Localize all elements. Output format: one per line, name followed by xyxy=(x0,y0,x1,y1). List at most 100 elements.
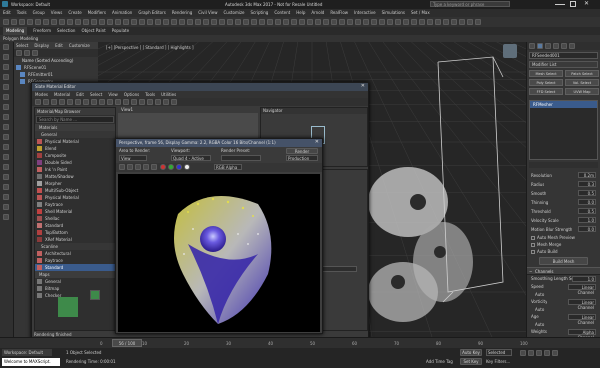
explorer-tool-icon[interactable] xyxy=(3,214,9,220)
ribbon-sub-label[interactable]: Polygon Modeling xyxy=(3,36,38,41)
render-button[interactable]: Render xyxy=(286,148,318,154)
param-spinner[interactable]: 0.0 xyxy=(578,226,596,232)
material-item[interactable]: Blend xyxy=(35,145,115,152)
menu-item[interactable]: Views xyxy=(51,9,63,17)
explorer-tool-icon[interactable] xyxy=(3,184,9,190)
explorer-tool-icon[interactable] xyxy=(3,104,9,110)
toolbar-tool-icon[interactable] xyxy=(163,19,169,25)
scanline-material-item[interactable]: Standard xyxy=(35,264,115,271)
selected-dropdown[interactable]: Selected xyxy=(486,349,512,356)
param-spinner[interactable]: 1.0 xyxy=(578,217,596,223)
param-spinner[interactable]: 0.5 xyxy=(578,190,596,196)
modifier-list-dropdown[interactable]: Modifier List xyxy=(529,61,598,68)
menu-item[interactable]: Set / Max xyxy=(411,9,430,17)
material-editor-tool-icon[interactable] xyxy=(107,99,113,105)
toolbar-tool-icon[interactable] xyxy=(227,19,233,25)
blue-channel-icon[interactable] xyxy=(176,164,183,170)
checkbox[interactable] xyxy=(531,243,535,247)
ribbon-tab[interactable]: Selection xyxy=(57,27,75,35)
ribbon-tab[interactable]: Object Paint xyxy=(81,27,105,35)
explorer-tool-icon[interactable] xyxy=(3,74,9,80)
toolbar-tool-icon[interactable] xyxy=(403,19,409,25)
toolbar-tool-icon[interactable] xyxy=(427,19,433,25)
toolbar-tool-icon[interactable] xyxy=(139,19,145,25)
material-editor-tool-icon[interactable] xyxy=(155,99,161,105)
toolbar-tool-icon[interactable] xyxy=(315,19,321,25)
toolbar-tool-icon[interactable] xyxy=(379,19,385,25)
menu-item[interactable]: Simulations xyxy=(382,9,405,17)
toolbar-tool-icon[interactable] xyxy=(179,19,185,25)
toolbar-tool-icon[interactable] xyxy=(467,19,473,25)
material-node[interactable] xyxy=(58,297,78,317)
red-channel-icon[interactable] xyxy=(160,164,167,170)
explorer-tool-icon[interactable] xyxy=(3,204,9,210)
auto-key-button[interactable]: Auto Key xyxy=(460,349,482,356)
channel-dropdown[interactable]: RGB Alpha xyxy=(214,164,242,170)
explorer-tool-icon[interactable] xyxy=(3,194,9,200)
toolbar-tool-icon[interactable] xyxy=(251,19,257,25)
toolbar-tool-icon[interactable] xyxy=(451,19,457,25)
toolbar-tool-icon[interactable] xyxy=(91,19,97,25)
render-canvas[interactable] xyxy=(118,174,320,332)
toolbar-tool-icon[interactable] xyxy=(219,19,225,25)
explorer-tool-icon[interactable] xyxy=(3,94,9,100)
toolbar-tool-icon[interactable] xyxy=(283,19,289,25)
toolbar-tool-icon[interactable] xyxy=(299,19,305,25)
status-workspace[interactable]: Workspace: Default xyxy=(2,349,52,356)
material-item[interactable]: Physical Material xyxy=(35,194,115,201)
section-maps[interactable]: Maps xyxy=(35,271,115,278)
preset-dropdown[interactable] xyxy=(221,155,261,161)
explorer-tool-icon[interactable] xyxy=(3,144,9,150)
object-name-field[interactable]: RFSeeded001 xyxy=(529,52,598,59)
toolbar-tool-icon[interactable] xyxy=(147,19,153,25)
channel-value[interactable]: Linear Channel xyxy=(568,299,596,310)
option-checkbox-row[interactable]: Auto Mesh Preview xyxy=(527,234,600,241)
search-field[interactable]: Type a keyword or phrase xyxy=(430,1,510,7)
toolbar-tool-icon[interactable] xyxy=(275,19,281,25)
menu-item[interactable]: Modifiers xyxy=(88,9,106,17)
map-item[interactable]: Bitmap xyxy=(35,285,115,292)
scene-node[interactable]: RFScene01 xyxy=(14,64,98,71)
scanline-material-item[interactable]: Architectural xyxy=(35,250,115,257)
hierarchy-tab-icon[interactable] xyxy=(545,43,551,49)
material-editor-tool-icon[interactable] xyxy=(139,99,145,105)
toolbar-tool-icon[interactable] xyxy=(107,19,113,25)
material-item[interactable]: Multi/Sub-Object xyxy=(35,187,115,194)
build-mesh-button[interactable]: Build Mesh xyxy=(539,257,588,265)
channel-value[interactable]: Alpha Channel xyxy=(568,329,596,337)
explorer-tool-icon[interactable] xyxy=(3,164,9,170)
menu-item[interactable]: Rendering xyxy=(172,9,192,17)
toolbar-tool-icon[interactable] xyxy=(43,19,49,25)
viewcube-icon[interactable] xyxy=(503,44,517,58)
stack-item[interactable]: RFMesher xyxy=(530,101,597,108)
checkbox[interactable] xyxy=(531,250,535,254)
explorer-tab[interactable]: Edit xyxy=(55,42,63,49)
material-editor-menu-item[interactable]: Material xyxy=(54,91,70,98)
material-editor-tool-icon[interactable] xyxy=(147,99,153,105)
scene-helper-icon[interactable] xyxy=(90,290,100,300)
material-editor-tool-icon[interactable] xyxy=(171,99,177,105)
checkbox[interactable] xyxy=(531,236,535,240)
toolbar-tool-icon[interactable] xyxy=(331,19,337,25)
scanline-material-item[interactable]: Raytrace xyxy=(35,257,115,264)
toolbar-tool-icon[interactable] xyxy=(387,19,393,25)
play-icon[interactable] xyxy=(536,350,542,356)
close-button[interactable]: ✕ xyxy=(584,0,589,7)
toolbar-tool-icon[interactable] xyxy=(443,19,449,25)
menu-item[interactable]: Customize xyxy=(224,9,245,17)
toolbar-tool-icon[interactable] xyxy=(59,19,65,25)
menu-item[interactable]: Group xyxy=(33,9,45,17)
material-editor-tool-icon[interactable] xyxy=(91,99,97,105)
maxscript-listener[interactable]: Welcome to MAXScript. xyxy=(2,358,60,366)
production-dropdown[interactable]: Production xyxy=(286,155,318,161)
menu-item[interactable]: Edit xyxy=(3,9,11,17)
material-item[interactable]: XRef Material xyxy=(35,236,115,243)
toolbar-tool-icon[interactable] xyxy=(323,19,329,25)
green-channel-icon[interactable] xyxy=(168,164,175,170)
explorer-tab[interactable]: Customize xyxy=(69,42,90,49)
toolbar-tool-icon[interactable] xyxy=(115,19,121,25)
material-editor-menu-item[interactable]: Edit xyxy=(76,91,84,98)
explorer-tab[interactable]: Display xyxy=(34,42,49,49)
toolbar-tool-icon[interactable] xyxy=(67,19,73,25)
create-tab-icon[interactable] xyxy=(529,43,535,49)
